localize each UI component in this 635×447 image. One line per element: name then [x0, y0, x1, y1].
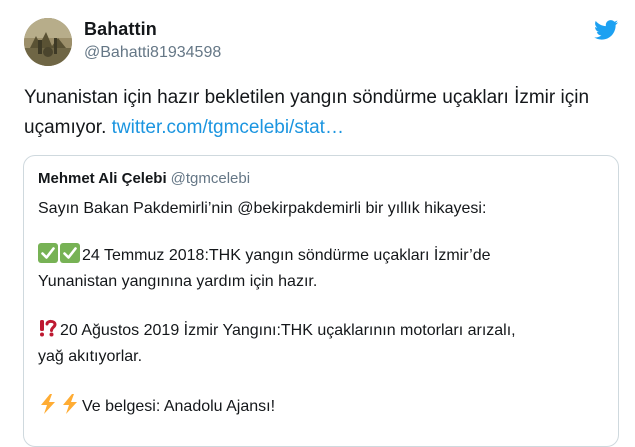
- lightning-icon: [41, 394, 55, 414]
- exclamation-question-icon: [40, 319, 57, 337]
- avatar-image: [24, 18, 72, 66]
- quoted-line-3: Yunanistan yangınına yardım için hazır.: [38, 273, 318, 290]
- avatar[interactable]: [24, 18, 72, 66]
- quoted-line-5: yağ akıtıyorlar.: [38, 348, 143, 365]
- quoted-line-4-text: 20 Ağustos 2019 İzmir Yangını:THK uçakla…: [60, 322, 516, 339]
- twitter-bird-icon[interactable]: [594, 20, 618, 40]
- quoted-line-2-text: 24 Temmuz 2018:THK yangın söndürme uçakl…: [82, 247, 491, 264]
- author-name[interactable]: Bahattin: [84, 19, 157, 40]
- quoted-line-2: 24 Temmuz 2018:THK yangın söndürme uçakl…: [38, 243, 490, 269]
- quoted-tweet[interactable]: Mehmet Ali Çelebi @tgmcelebi Sayın Bakan …: [23, 155, 619, 447]
- quoted-line-1: Sayın Bakan Pakdemirli’nin @bekirpakdemi…: [38, 200, 487, 217]
- author-handle[interactable]: @Bahatti81934598: [84, 44, 221, 62]
- quoted-header: Mehmet Ali Çelebi @tgmcelebi: [38, 170, 250, 187]
- tweet-body: Yunanistan için hazır bekletilen yangın …: [24, 83, 619, 143]
- check-mark-icon: [60, 243, 80, 263]
- quoted-line-6: Ve belgesi: Anadolu Ajansı!: [38, 394, 275, 420]
- tweet-link[interactable]: twitter.com/tgmcelebi/stat…: [112, 117, 344, 138]
- quoted-author-name: Mehmet Ali Çelebi: [38, 170, 167, 187]
- lightning-icon: [63, 394, 77, 414]
- quoted-author-handle: @tgmcelebi: [170, 170, 251, 187]
- quoted-line-4: 20 Ağustos 2019 İzmir Yangını:THK uçakla…: [38, 318, 516, 344]
- check-mark-icon: [38, 243, 58, 263]
- tweet-card: Bahattin @Bahatti81934598 Yunanistan içi…: [0, 0, 635, 447]
- quoted-line-6-text: Ve belgesi: Anadolu Ajansı!: [82, 398, 276, 415]
